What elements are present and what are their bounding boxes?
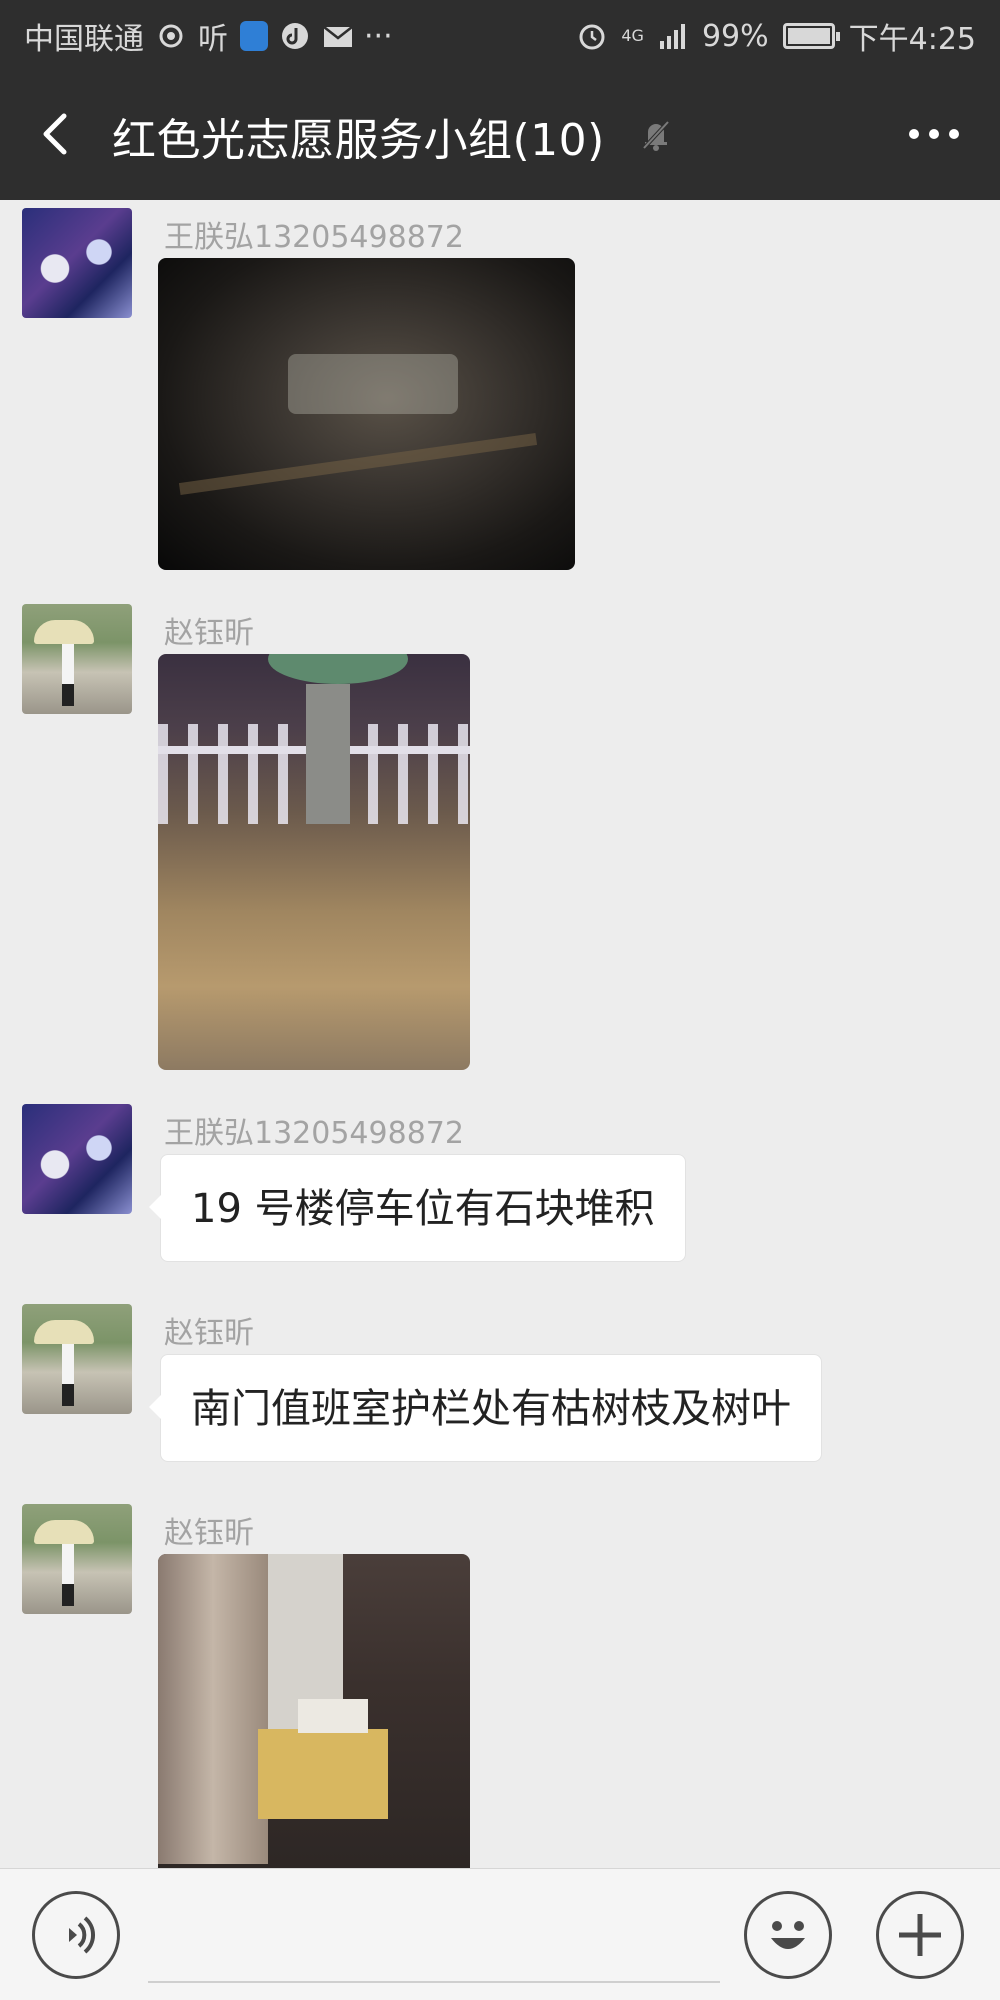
message-item: 赵钰昕 <box>0 1504 1000 1868</box>
message-item: 赵钰昕 南门值班室护栏处有枯树枝及树叶 <box>0 1304 1000 1474</box>
more-functions-button[interactable] <box>876 1891 964 1979</box>
chat-header: 红色光志愿服务小组(10) <box>0 68 1000 200</box>
sender-avatar[interactable] <box>22 208 132 318</box>
image-message[interactable] <box>158 654 470 1070</box>
sender-name: 王朕弘13205498872 <box>164 220 464 255</box>
more-notifications-icon: ··· <box>364 18 393 54</box>
alarm-icon <box>577 21 607 51</box>
chat-title: 红色光志愿服务小组(10) <box>112 115 605 166</box>
emoji-button[interactable] <box>744 1891 832 1979</box>
photo-detail <box>298 1699 368 1733</box>
photo-detail <box>306 684 350 824</box>
sender-name: 王朕弘13205498872 <box>164 1116 464 1151</box>
photo-detail <box>258 1729 388 1819</box>
battery-fill <box>787 28 830 44</box>
sender-name: 赵钰昕 <box>164 616 254 651</box>
more-dots-icon <box>909 129 959 139</box>
ting-icon: 听 <box>198 22 228 57</box>
message-list[interactable]: 王朕弘13205498872 赵钰昕 王朕弘13205498872 19 号楼停… <box>0 200 1000 1868</box>
tiktok-icon <box>280 21 310 51</box>
message-item: 赵钰昕 <box>0 604 1000 1074</box>
mail-icon <box>322 21 353 51</box>
back-button[interactable] <box>30 106 86 162</box>
input-bar <box>0 1868 1000 2000</box>
message-item: 王朕弘13205498872 19 号楼停车位有石块堆积 <box>0 1104 1000 1274</box>
network-label: 4G <box>621 26 644 45</box>
umbrella-avatar-image <box>22 604 132 714</box>
image-message[interactable] <box>158 1554 470 1868</box>
chevron-left-icon <box>43 113 67 155</box>
image-message[interactable] <box>158 258 575 570</box>
voice-icon <box>69 1916 96 1954</box>
photo-detail <box>178 433 538 495</box>
battery-icon <box>782 23 840 49</box>
photo-detail <box>158 1554 268 1864</box>
sender-name: 赵钰昕 <box>164 1316 254 1351</box>
status-left: 中国联通 听 ··· <box>24 14 393 58</box>
sender-avatar[interactable] <box>22 1304 132 1414</box>
carrier-label: 中国联通 <box>24 22 144 57</box>
shield-icon <box>240 21 268 51</box>
sender-avatar[interactable] <box>22 1104 132 1214</box>
sender-name: 赵钰昕 <box>164 1516 254 1551</box>
plus-icon <box>899 1914 941 1956</box>
swirl-icon <box>156 21 186 51</box>
more-options-button[interactable] <box>904 112 964 156</box>
clock: 下午4:25 <box>848 22 976 57</box>
voice-button[interactable] <box>32 1891 120 1979</box>
muted-bell-icon <box>636 114 676 154</box>
umbrella-avatar-image <box>22 1504 132 1614</box>
message-item: 王朕弘13205498872 <box>0 208 1000 578</box>
sender-avatar[interactable] <box>22 604 132 714</box>
battery-percent: 99% <box>701 18 769 54</box>
status-right: 4G 99% 下午4:25 <box>577 14 976 58</box>
photo-detail <box>288 354 458 414</box>
sender-avatar[interactable] <box>22 1504 132 1614</box>
message-input[interactable] <box>148 1981 720 1983</box>
signal-icon <box>658 21 688 51</box>
text-bubble[interactable]: 南门值班室护栏处有枯树枝及树叶 <box>149 1354 822 1462</box>
umbrella-avatar-image <box>22 1304 132 1414</box>
status-bar: 中国联通 听 ··· 4G 99% 下午4:25 <box>0 0 1000 68</box>
text-bubble[interactable]: 19 号楼停车位有石块堆积 <box>149 1154 686 1262</box>
emoji-icon <box>771 1921 805 1949</box>
photo-detail <box>268 654 408 684</box>
